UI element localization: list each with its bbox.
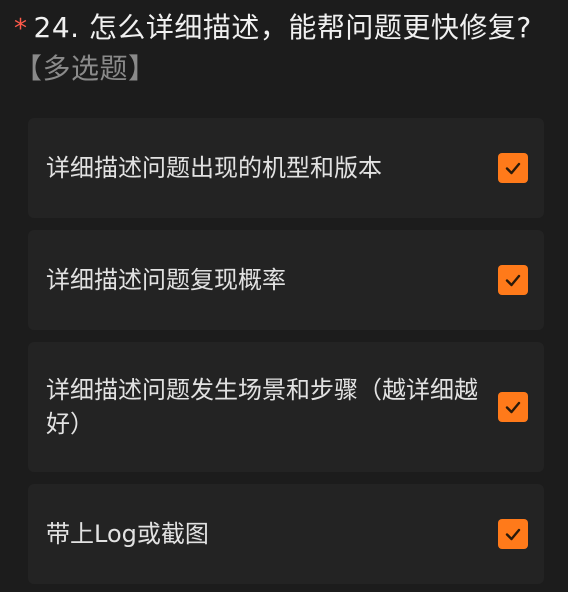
option-item[interactable]: 带上Log或截图 — [28, 484, 544, 584]
option-label: 详细描述问题发生场景和步骤（越详细越好） — [46, 376, 478, 438]
question-title: * 24. 怎么详细描述，能帮问题更快修复? 【多选题】 — [14, 8, 544, 89]
options-list: 详细描述问题出现的机型和版本 详细描述问题复现概率 详细描述问题发生场景和步骤（… — [28, 118, 544, 592]
option-item[interactable]: 详细描述问题发生场景和步骤（越详细越好） — [28, 342, 544, 472]
checkbox-checked[interactable] — [498, 519, 528, 549]
option-label: 详细描述问题出现的机型和版本 — [46, 154, 382, 182]
checkmark-icon — [505, 401, 521, 414]
checkmark-icon — [505, 528, 521, 541]
option-label: 详细描述问题复现概率 — [46, 266, 286, 294]
checkbox-checked[interactable] — [498, 265, 528, 295]
option-item[interactable]: 详细描述问题复现概率 — [28, 230, 544, 330]
checkmark-icon — [505, 274, 521, 287]
checkmark-icon — [505, 162, 521, 175]
required-mark: * — [14, 14, 28, 44]
question-type-label: 【多选题】 — [14, 52, 157, 85]
checkbox-checked[interactable] — [498, 392, 528, 422]
option-label: 带上Log或截图 — [46, 520, 209, 548]
checkbox-checked[interactable] — [498, 153, 528, 183]
question-text: 24. 怎么详细描述，能帮问题更快修复? — [33, 11, 532, 44]
option-item[interactable]: 详细描述问题出现的机型和版本 — [28, 118, 544, 218]
